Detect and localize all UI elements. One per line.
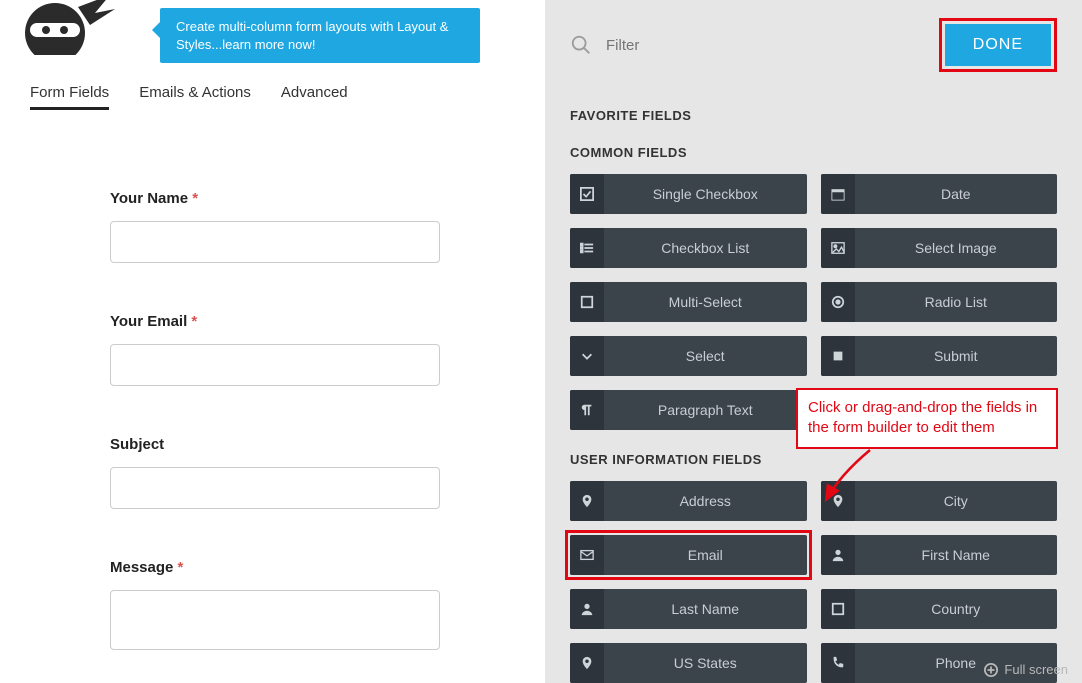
builder-panel: Create multi-column form layouts with La… <box>0 0 545 683</box>
section-common: COMMON FIELDS <box>570 145 1057 160</box>
square-fill-icon <box>821 336 855 376</box>
field-paragraph-text[interactable]: Paragraph Text <box>570 390 807 430</box>
paragraph-icon <box>570 390 604 430</box>
tip-bubble[interactable]: Create multi-column form layouts with La… <box>160 8 480 63</box>
search-icon <box>570 34 592 56</box>
radio-icon <box>821 282 855 322</box>
envelope-icon <box>570 535 604 575</box>
square-icon <box>821 589 855 629</box>
label-your-email: Your Email * <box>110 313 440 330</box>
label-your-name: Your Name * <box>110 190 440 207</box>
label-subject: Subject <box>110 436 440 453</box>
pin-icon <box>570 643 604 683</box>
field-email[interactable]: Email <box>570 535 807 575</box>
input-your-email[interactable] <box>110 344 440 386</box>
field-submit[interactable]: Submit <box>821 336 1058 376</box>
user-icon <box>821 535 855 575</box>
tab-advanced[interactable]: Advanced <box>281 84 348 110</box>
ninja-logo <box>10 0 120 55</box>
tab-form-fields[interactable]: Form Fields <box>30 84 109 110</box>
label-message: Message * <box>110 559 440 576</box>
chevron-down-icon <box>570 336 604 376</box>
field-city[interactable]: City <box>821 481 1058 521</box>
field-country[interactable]: Country <box>821 589 1058 629</box>
annot-done-highlight: DONE <box>939 18 1057 72</box>
field-drawer: DONE FAVORITE FIELDS COMMON FIELDS Singl… <box>545 0 1082 683</box>
user-icon <box>570 589 604 629</box>
field-address[interactable]: Address <box>570 481 807 521</box>
filter-input[interactable] <box>606 37 939 54</box>
field-date[interactable]: Date <box>821 174 1058 214</box>
annotation-callout: Click or drag-and-drop the fields in the… <box>796 388 1058 449</box>
field-first-name[interactable]: First Name <box>821 535 1058 575</box>
annot-email-highlight: Email <box>565 530 812 580</box>
field-select[interactable]: Select <box>570 336 807 376</box>
square-icon <box>570 282 604 322</box>
done-button[interactable]: DONE <box>945 24 1051 66</box>
field-single-checkbox[interactable]: Single Checkbox <box>570 174 807 214</box>
field-radio-list[interactable]: Radio List <box>821 282 1058 322</box>
fullscreen-toggle[interactable]: Full screen <box>984 662 1068 677</box>
field-multi-select[interactable]: Multi-Select <box>570 282 807 322</box>
input-your-name[interactable] <box>110 221 440 263</box>
input-subject[interactable] <box>110 467 440 509</box>
list-icon <box>570 228 604 268</box>
phone-icon <box>821 643 855 683</box>
field-last-name[interactable]: Last Name <box>570 589 807 629</box>
image-icon <box>821 228 855 268</box>
form-preview: Your Name * Your Email * Subject Message… <box>110 190 440 683</box>
checkbox-icon <box>570 174 604 214</box>
pin-icon <box>821 481 855 521</box>
expand-icon <box>984 663 998 677</box>
field-checkbox-list[interactable]: Checkbox List <box>570 228 807 268</box>
section-favorite: FAVORITE FIELDS <box>570 108 1057 123</box>
tabs: Form Fields Emails & Actions Advanced <box>30 84 348 110</box>
pin-icon <box>570 481 604 521</box>
input-message[interactable] <box>110 590 440 650</box>
calendar-icon <box>821 174 855 214</box>
field-select-image[interactable]: Select Image <box>821 228 1058 268</box>
field-us-states[interactable]: US States <box>570 643 807 683</box>
tab-emails-actions[interactable]: Emails & Actions <box>139 84 251 110</box>
section-user-info: USER INFORMATION FIELDS <box>570 452 1057 467</box>
